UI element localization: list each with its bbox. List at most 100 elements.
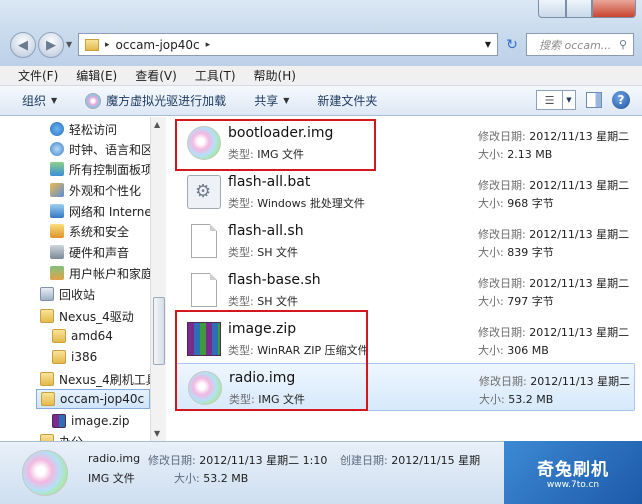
mount-virtual-drive-button[interactable]: 魔方虚拟光驱进行加载 <box>85 92 226 109</box>
file-date: 2012/11/13 星期二 <box>529 130 630 143</box>
nav-item-i386[interactable]: i386 <box>52 347 97 367</box>
nav-item-label: Nexus_4刷机工具 <box>59 372 150 387</box>
menu-file[interactable]: 文件(F) <box>18 67 58 84</box>
chevron-down-icon[interactable]: ▼ <box>563 91 575 109</box>
nav-item-occam-jop40c[interactable]: occam-jop40c <box>36 389 150 409</box>
nav-item-label: 时钟、语言和区 <box>69 142 150 157</box>
file-date: 2012/11/13 星期二 <box>529 228 630 241</box>
address-dropdown-icon[interactable]: ▼ <box>485 40 491 49</box>
nav-item-office[interactable]: 办公 <box>40 431 83 441</box>
folder-icon <box>52 350 66 364</box>
file-row[interactable]: flash-base.sh 类型: SH 文件 修改日期: 2012/11/13… <box>175 266 635 314</box>
maximize-button[interactable] <box>566 0 592 18</box>
folder-icon <box>40 309 54 323</box>
recent-pages-dropdown[interactable]: ▼ <box>66 40 72 49</box>
size-label: 大小: <box>174 472 200 485</box>
nav-item-system-security[interactable]: 系统和安全 <box>50 221 129 241</box>
search-placeholder: 搜索 occam... <box>539 38 612 52</box>
folder-icon <box>40 434 54 441</box>
share-label: 共享 <box>254 94 279 108</box>
file-type: SH 文件 <box>257 246 298 259</box>
file-date: 2012/11/13 星期二 <box>530 375 631 388</box>
file-size: 839 字节 <box>507 246 554 259</box>
size-label: 大小: <box>479 393 505 406</box>
refresh-icon: ↻ <box>506 36 518 53</box>
nav-item-all-control-panel[interactable]: 所有控制面板项 <box>50 159 150 179</box>
close-button[interactable] <box>592 0 636 18</box>
nav-item-label: 网络和 Internet <box>69 204 150 219</box>
scroll-down-icon[interactable]: ▼ <box>154 429 160 438</box>
nav-item-nexus4-driver[interactable]: Nexus_4驱动 <box>40 306 134 326</box>
help-icon[interactable]: ? <box>612 91 630 109</box>
created-label: 创建日期: <box>340 454 388 467</box>
forward-button[interactable]: ▶ <box>38 32 64 58</box>
menu-tools[interactable]: 工具(T) <box>195 67 236 84</box>
nav-item-hardware-sound[interactable]: 硬件和声音 <box>50 242 129 262</box>
menu-view[interactable]: 查看(V) <box>135 67 177 84</box>
details-size: 53.2 MB <box>203 472 249 485</box>
scroll-up-icon[interactable]: ▲ <box>154 120 160 129</box>
nav-item-label: Nexus_4驱动 <box>59 309 134 324</box>
organize-button[interactable]: 组织 ▼ <box>22 92 57 109</box>
file-date: 2012/11/13 星期二 <box>529 179 630 192</box>
highlight-box <box>175 310 368 411</box>
nav-item-label: 办公 <box>59 433 83 442</box>
address-bar[interactable]: ▸ occam-jop40c ▸ ▼ <box>78 33 498 56</box>
window-title-bar: ◀ ▶ ▼ ▸ occam-jop40c ▸ ▼ ↻ 搜索 occam... ⚲ <box>0 0 642 66</box>
file-row[interactable]: flash-all.bat 类型: Windows 批处理文件 修改日期: 20… <box>175 168 635 216</box>
mount-label: 魔方虚拟光驱进行加载 <box>106 94 227 108</box>
date-label: 修改日期: <box>478 130 526 143</box>
file-size: 53.2 MB <box>508 393 554 406</box>
navigation-scrollbar[interactable]: ▲ ▼ <box>150 117 166 441</box>
share-button[interactable]: 共享 ▼ <box>254 92 289 109</box>
details-created: 2012/11/15 星期 <box>391 454 481 467</box>
menu-help[interactable]: 帮助(H) <box>254 67 296 84</box>
size-label: 大小: <box>478 148 504 161</box>
nav-item-appearance[interactable]: 外观和个性化 <box>50 180 141 200</box>
nav-item-label: i386 <box>71 350 98 364</box>
user-accounts-icon <box>50 266 64 280</box>
breadcrumb-separator-icon[interactable]: ▸ <box>105 40 110 50</box>
menu-bar: 文件(F) 编辑(E) 查看(V) 工具(T) 帮助(H) <box>0 66 642 86</box>
nav-item-label: amd64 <box>71 329 113 343</box>
size-label: 大小: <box>478 295 504 308</box>
breadcrumb-separator-icon[interactable]: ▸ <box>206 40 211 50</box>
file-row[interactable]: flash-all.sh 类型: SH 文件 修改日期: 2012/11/13 … <box>175 217 635 265</box>
nav-item-label: 系统和安全 <box>69 224 130 239</box>
watermark-url: www.7to.cn <box>546 480 600 490</box>
nav-item-recycle-bin[interactable]: 回收站 <box>40 284 95 304</box>
scrollbar-thumb[interactable] <box>153 297 165 365</box>
details-file-name: radio.img <box>88 452 141 465</box>
menu-edit[interactable]: 编辑(E) <box>76 67 117 84</box>
preview-pane-icon[interactable] <box>586 92 602 108</box>
search-icon[interactable]: ⚲ <box>619 38 627 51</box>
zip-icon <box>52 414 66 428</box>
nav-item-nexus4-flash-tool[interactable]: Nexus_4刷机工具 <box>40 369 150 389</box>
back-button[interactable]: ◀ <box>10 32 36 58</box>
file-date: 2012/11/13 星期二 <box>529 326 630 339</box>
chevron-down-icon: ▼ <box>283 96 290 105</box>
change-view-button[interactable]: ☰ ▼ <box>536 90 576 110</box>
hardware-sound-icon <box>50 245 64 259</box>
minimize-button[interactable] <box>538 0 566 18</box>
control-panel-icon <box>50 162 64 176</box>
file-name: flash-all.sh <box>228 223 304 239</box>
nav-item-clock-language[interactable]: 时钟、语言和区 <box>50 139 150 159</box>
search-input[interactable]: 搜索 occam... ⚲ <box>526 33 634 56</box>
watermark-logo: 奇兔刷机 www.7to.cn <box>504 441 642 504</box>
nav-item-network[interactable]: 网络和 Internet <box>50 201 150 221</box>
file-name: flash-base.sh <box>228 272 321 288</box>
nav-item-label: 外观和个性化 <box>69 183 142 198</box>
nav-item-user-accounts[interactable]: 用户帐户和家庭 <box>50 263 150 283</box>
appearance-icon <box>50 183 64 197</box>
nav-item-amd64[interactable]: amd64 <box>52 326 113 346</box>
new-folder-button[interactable]: 新建文件夹 <box>317 92 377 109</box>
nav-item-accessibility[interactable]: 轻松访问 <box>50 119 117 139</box>
back-arrow-icon: ◀ <box>18 37 28 53</box>
nav-item-label: 回收站 <box>59 287 96 302</box>
chevron-down-icon: ▼ <box>51 96 58 105</box>
refresh-button[interactable]: ↻ <box>500 33 524 56</box>
nav-item-image-zip[interactable]: image.zip <box>52 411 129 431</box>
details-modified: 2012/11/13 星期二 1:10 <box>199 454 328 467</box>
address-path[interactable]: occam-jop40c <box>116 38 200 52</box>
